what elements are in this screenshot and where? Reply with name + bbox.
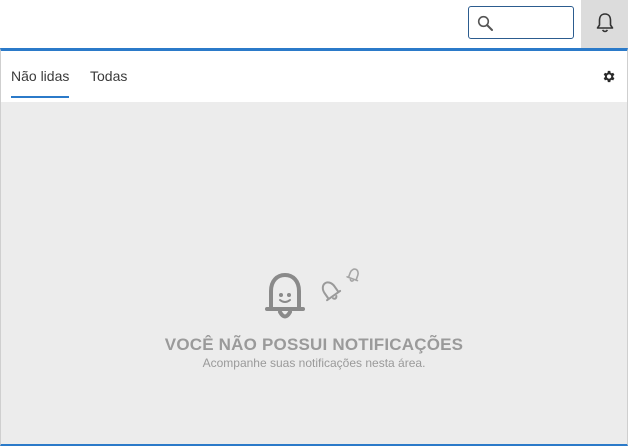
empty-state-title: VOCÊ NÃO POSSUI NOTIFICAÇÕES xyxy=(164,335,464,354)
empty-state-subtitle: Acompanhe suas notificações nesta área. xyxy=(202,356,426,370)
bell-icon xyxy=(596,13,614,33)
tab-unread[interactable]: Não lidas xyxy=(11,68,70,98)
tab-all[interactable]: Todas xyxy=(90,68,127,96)
notifications-button[interactable] xyxy=(581,0,628,48)
top-bar xyxy=(0,0,630,48)
tab-bar: Não lidas Todas xyxy=(1,51,627,102)
search-box[interactable] xyxy=(468,6,574,39)
notifications-panel: Não lidas Todas VOCÊ NÃO POSSUI NOTIFICA… xyxy=(0,48,628,446)
search-input[interactable] xyxy=(497,11,573,37)
gear-icon[interactable] xyxy=(601,69,616,84)
search-icon xyxy=(477,15,493,31)
empty-state: VOCÊ NÃO POSSUI NOTIFICAÇÕES Acompanhe s… xyxy=(1,102,627,446)
bell-smile-icon xyxy=(265,268,359,319)
